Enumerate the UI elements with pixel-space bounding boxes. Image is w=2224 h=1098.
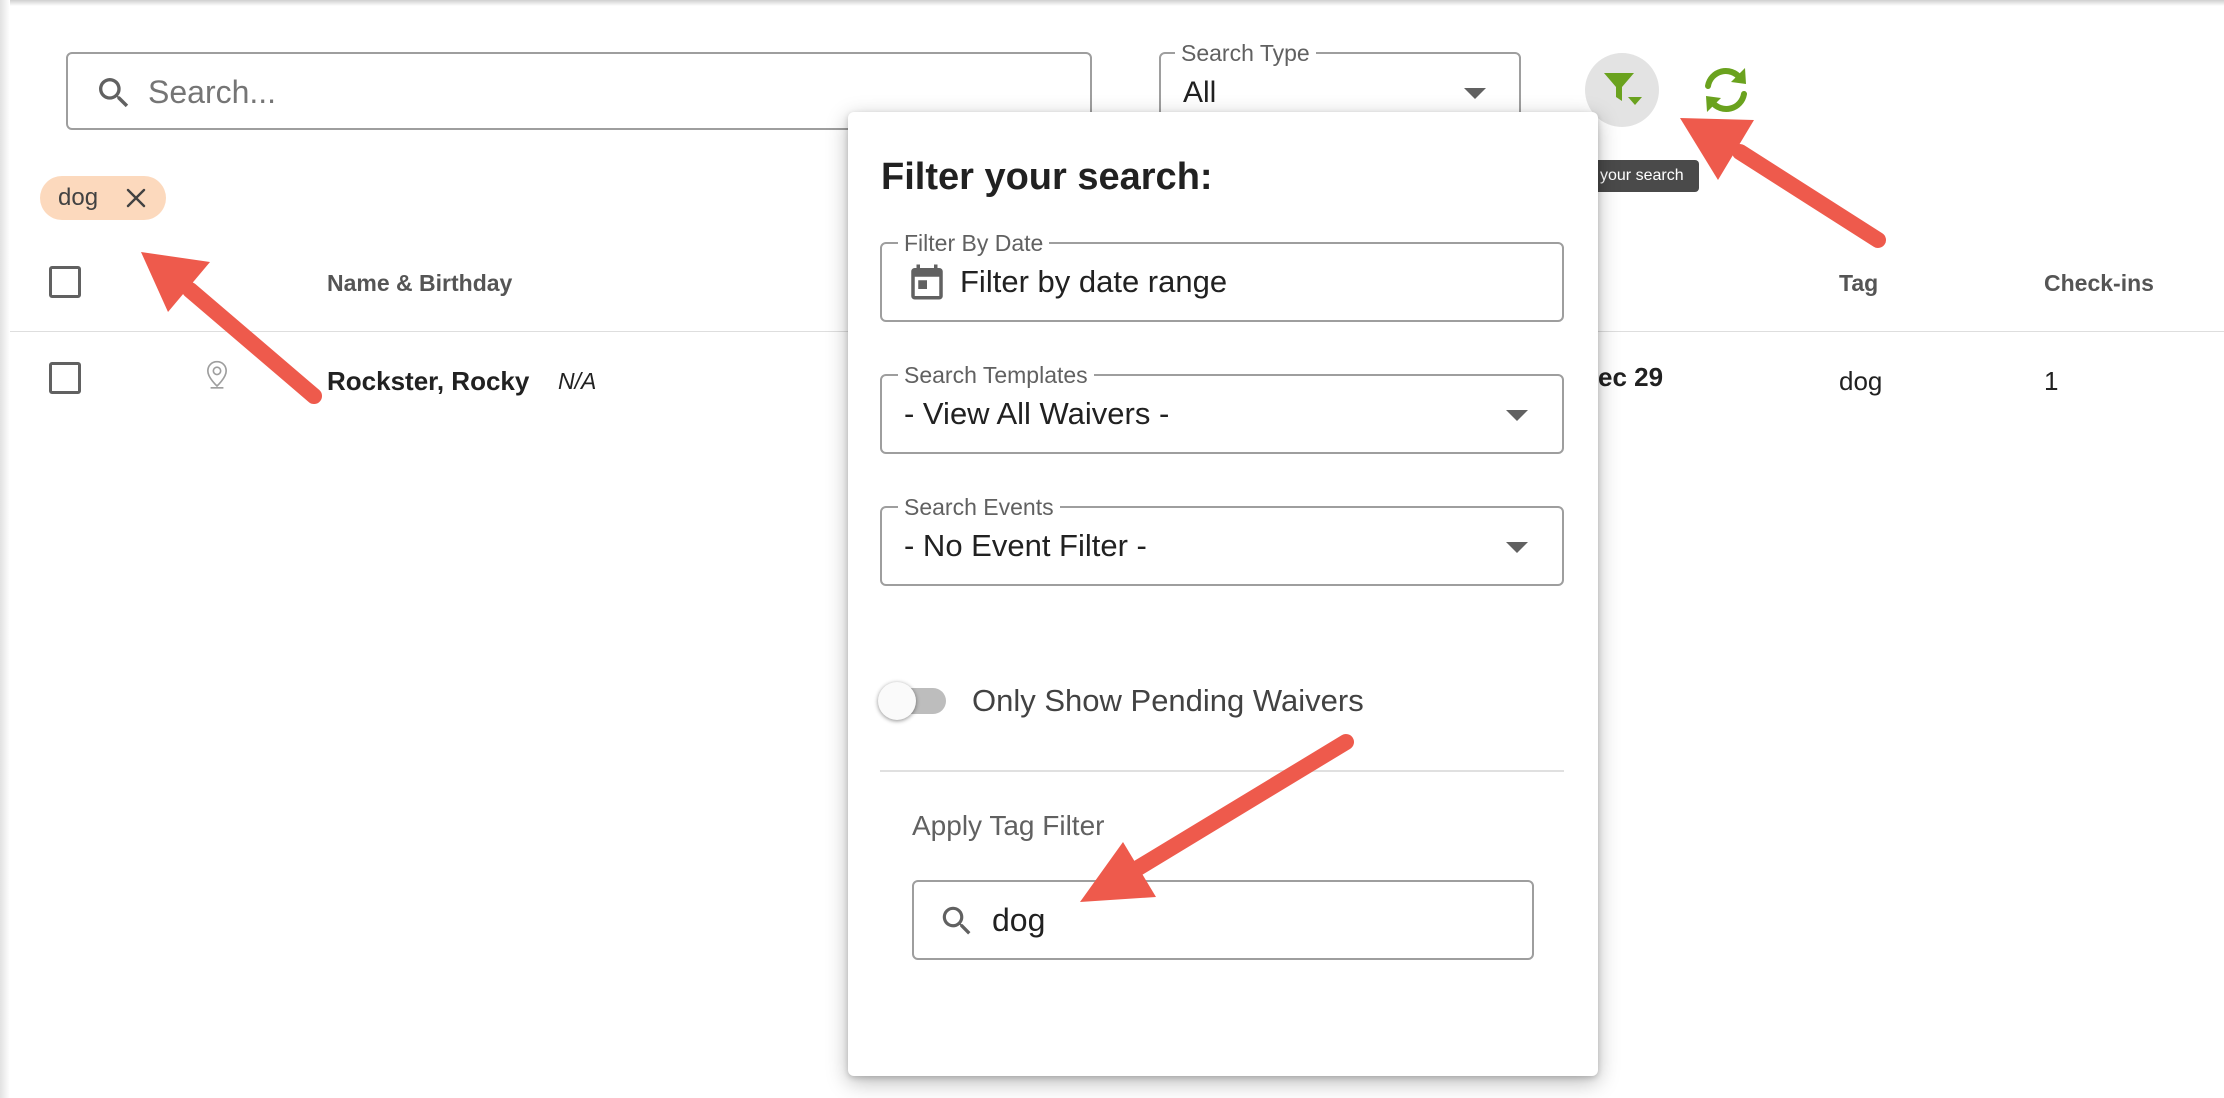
filter-tooltip: your search — [1588, 160, 1699, 192]
top-shadow — [0, 0, 2224, 6]
column-header-name[interactable]: Name & Birthday — [327, 270, 512, 297]
search-icon — [99, 78, 129, 108]
chevron-down-icon — [1506, 542, 1528, 553]
tag-chip: dog — [40, 176, 166, 220]
column-header-checkins[interactable]: Check-ins — [2044, 270, 2154, 297]
annotation-arrow-filter — [1680, 118, 1886, 248]
chevron-down-icon — [1464, 88, 1486, 99]
left-shadow — [0, 0, 10, 1098]
search-templates-label: Search Templates — [898, 362, 1094, 389]
row-tag: dog — [1839, 366, 1883, 396]
row-checkins: 1 — [2044, 366, 2059, 396]
date-range-value: Filter by date range — [960, 264, 1228, 299]
row-name[interactable]: Rockster, Rocky — [327, 366, 529, 397]
tag-filter-input[interactable]: dog — [912, 880, 1534, 960]
tag-chip-label: dog — [58, 184, 99, 211]
filter-panel-title: Filter your search: — [881, 156, 1213, 198]
select-all-checkbox[interactable] — [49, 266, 81, 298]
chevron-down-icon — [1506, 410, 1528, 421]
row-date: ec 29 — [1598, 362, 1664, 392]
refresh-icon[interactable] — [1700, 64, 1752, 116]
filter-panel: Filter your search: Filter By Date Filte… — [848, 112, 1598, 1076]
tag-filter-label: Apply Tag Filter — [912, 810, 1105, 841]
row-checkbox[interactable] — [49, 362, 81, 394]
filter-icon — [1604, 73, 1642, 105]
search-type-label: Search Type — [1175, 40, 1316, 67]
tag-filter-value: dog — [992, 902, 1046, 938]
pending-toggle-label: Only Show Pending Waivers — [972, 683, 1364, 718]
row-birthday: N/A — [558, 368, 597, 394]
column-header-tag[interactable]: Tag — [1839, 270, 1878, 297]
pending-toggle[interactable] — [878, 682, 916, 720]
calendar-icon — [911, 264, 943, 300]
search-templates-value: - View All Waivers - — [904, 396, 1170, 431]
date-range-field[interactable]: Filter By Date Filter by date range — [880, 230, 1564, 322]
close-icon[interactable] — [124, 186, 148, 210]
search-events-label: Search Events — [898, 494, 1060, 521]
search-type-value: All — [1183, 76, 1217, 109]
date-range-label: Filter By Date — [898, 230, 1050, 257]
location-pin-icon — [207, 360, 227, 389]
panel-divider — [880, 770, 1564, 772]
search-events-value: - No Event Filter - — [904, 528, 1147, 563]
search-placeholder: Search... — [148, 74, 277, 110]
search-templates-select[interactable]: Search Templates - View All Waivers - — [880, 362, 1564, 454]
search-icon — [942, 906, 971, 935]
search-events-select[interactable]: Search Events - No Event Filter - — [880, 494, 1564, 586]
